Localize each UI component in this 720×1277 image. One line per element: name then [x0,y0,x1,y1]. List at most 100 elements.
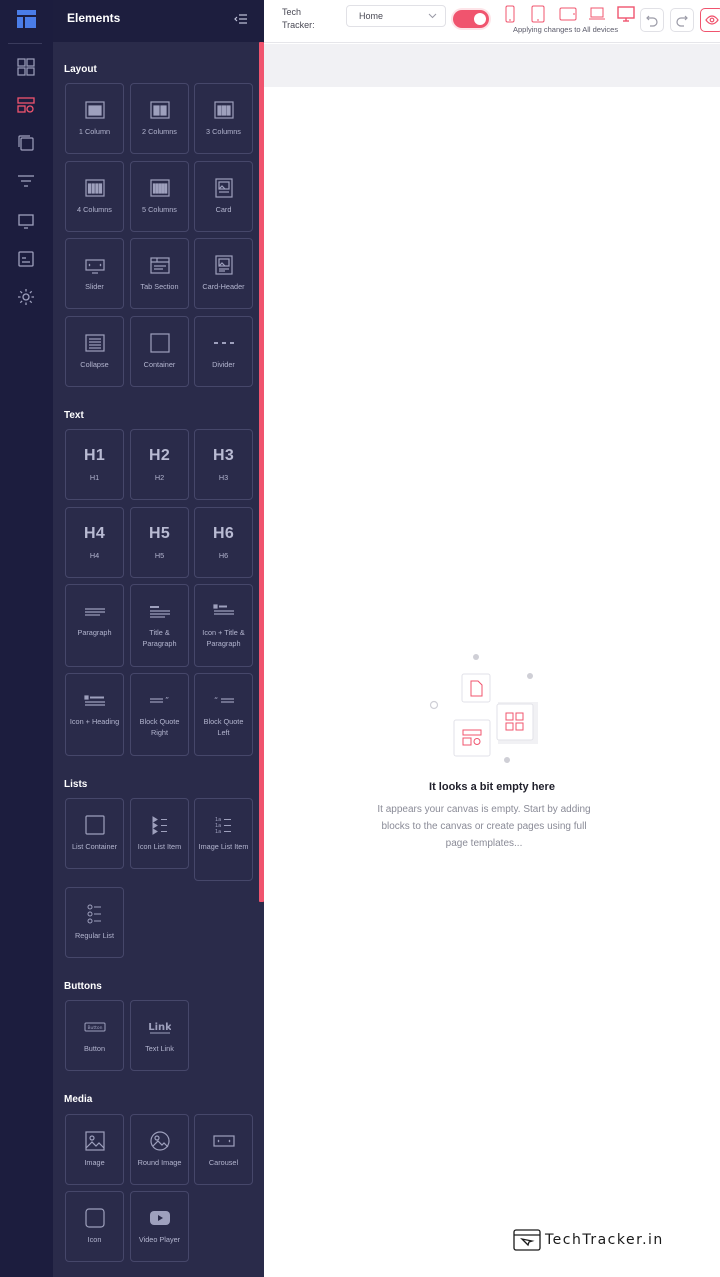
tile-block-quote-right[interactable]: ” Block Quote Right [130,673,189,756]
tile-three-columns[interactable]: 3 Columns [194,83,253,154]
tile-label: 1 Column [78,127,111,136]
empty-canvas-title: It looks a bit empty here [429,781,555,793]
tile-h1[interactable]: H1 H1 [65,429,124,500]
tile-label: Round Image [137,1158,182,1167]
monitor-icon[interactable] [15,210,37,232]
tile-label: H1 [89,473,100,482]
section-title-lists: Lists [64,779,88,790]
icon-rail [0,0,53,1277]
editor-canvas[interactable]: It looks a bit empty here It appears you… [260,44,720,1277]
tile-collapse[interactable]: Collapse [65,316,124,387]
tile-h3[interactable]: H3 H3 [194,429,253,500]
page-builder: Elements Layout 1 Column 2 Columns 3 Col… [0,0,720,1277]
panel-title: Elements [67,11,121,25]
tile-label: Icon [87,1235,102,1244]
mobile-icon[interactable] [500,5,520,23]
tile-paragraph[interactable]: Paragraph [65,584,124,667]
tile-button[interactable]: Button Button [65,1000,124,1071]
image-icon [83,1129,107,1153]
page-select[interactable]: Home [346,5,446,27]
tile-four-columns[interactable]: 4 Columns [65,161,124,232]
watermark-logo-icon [513,1229,541,1251]
tile-card[interactable]: Card [194,161,253,232]
round-image-icon [148,1129,172,1153]
tile-label: Collapse [80,360,109,369]
app-logo-icon[interactable] [17,10,36,28]
all-devices-toggle[interactable] [453,10,489,28]
tile-slider[interactable]: Slider [65,238,124,309]
tile-block-quote-left[interactable]: “ Block Quote Left [194,673,253,756]
pages-icon[interactable] [15,132,37,154]
tile-video-player[interactable]: Video Player [130,1191,189,1262]
desktop-icon[interactable] [616,5,636,23]
tile-round-image[interactable]: Round Image [130,1114,189,1185]
tile-container[interactable]: Container [130,316,189,387]
tile-image-list-item[interactable]: 1a 1a 1a Image List Item [194,798,253,881]
watermark-text: TechTracker.in [545,1232,664,1248]
tile-icon-list-item[interactable]: Icon List Item [130,798,189,869]
tablet-landscape-icon[interactable] [558,5,578,23]
tile-label: 5 Columns [142,205,177,214]
h1-glyph: H1 [83,447,106,464]
preview-button[interactable] [700,8,720,32]
rail-divider [8,43,42,44]
tile-text-link[interactable]: Link Text Link [130,1000,189,1071]
tile-h6[interactable]: H6 H6 [194,507,253,578]
tile-label: Tab Section [140,282,179,291]
tile-icon-heading[interactable]: Icon + Heading [65,673,124,756]
tile-label: Text Link [145,1044,174,1053]
tile-h2[interactable]: H2 H2 [130,429,189,500]
tile-one-column[interactable]: 1 Column [65,83,124,154]
button-icon: Button [83,1015,107,1039]
tile-label: Image [84,1158,105,1167]
tile-label: H2 [154,473,165,482]
four-columns-icon [83,176,107,200]
laptop-icon[interactable] [587,5,607,23]
collapse-panel-icon[interactable] [233,11,249,27]
redo-icon [676,15,688,27]
block-quote-left-icon: “ [212,688,236,712]
site-label: Tech Tracker: [282,7,315,30]
section-title-layout: Layout [64,64,97,75]
tile-icon-title-paragraph[interactable]: Icon + Title & Paragraph [194,584,253,667]
list-container-icon [83,813,107,837]
tile-label: Title & Paragraph [142,628,177,648]
elements-icon[interactable] [15,94,37,116]
h6-glyph: H6 [212,525,235,542]
tile-two-columns[interactable]: 2 Columns [130,83,189,154]
tile-carousel[interactable]: Carousel [194,1114,253,1185]
tile-label: Paragraph [77,628,112,637]
eye-icon [705,15,719,25]
tile-card-header[interactable]: Card-Header [194,238,253,309]
tile-label: Block Quote Left [203,717,244,737]
tile-title-paragraph[interactable]: Title & Paragraph [130,584,189,667]
settings-icon[interactable] [15,286,37,308]
media-icon[interactable] [15,248,37,270]
undo-button[interactable] [640,8,664,32]
tile-icon-element[interactable]: Icon [65,1191,124,1262]
redo-button[interactable] [670,8,694,32]
canvas-header-band [264,44,720,87]
tile-regular-list[interactable]: Regular List [65,887,124,958]
tile-label: H4 [89,551,100,560]
tile-five-columns[interactable]: 5 Columns [130,161,189,232]
tile-tab-section[interactable]: Tab Section [130,238,189,309]
dashboard-icon[interactable] [15,56,37,78]
tile-label: Block Quote Right [139,717,180,737]
watermark: TechTracker.in [513,1229,664,1251]
tile-label: Icon + Title & Paragraph [202,628,245,648]
block-quote-right-icon: ” [148,688,172,712]
tile-h5[interactable]: H5 H5 [130,507,189,578]
tile-h4[interactable]: H4 H4 [65,507,124,578]
tile-list-container[interactable]: List Container [65,798,124,869]
tile-divider[interactable]: Divider [194,316,253,387]
filter-icon[interactable] [15,170,37,192]
icon-title-paragraph-icon [212,599,236,623]
svg-text:1a: 1a [215,829,221,835]
tile-label: Icon + Heading [69,717,120,726]
tile-label: Container [143,360,176,369]
three-columns-icon [212,98,236,122]
tile-image[interactable]: Image [65,1114,124,1185]
tablet-icon[interactable] [528,5,548,23]
section-title-buttons: Buttons [64,981,102,992]
